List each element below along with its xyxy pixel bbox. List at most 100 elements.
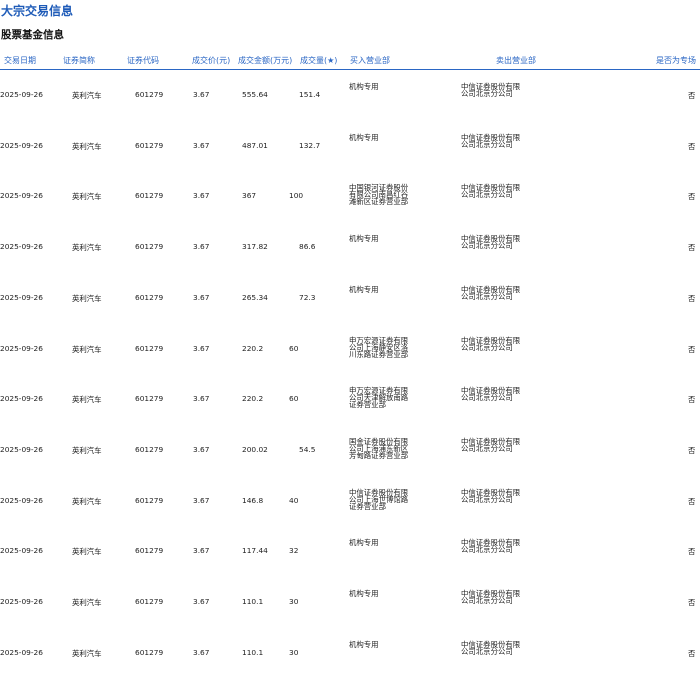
table-row[interactable]: 2025-09-26 英利汽车 601279 3.67 487.01 132.7 机构专用 中… xyxy=(0,118,700,169)
cell-buyer[interactable]: 机构专用 xyxy=(349,133,409,140)
cell-buyer[interactable]: 申万宏源证券有限公司天津解放南路证券营业部 xyxy=(349,387,409,408)
cell-seller[interactable]: 中信证券股份有限公司北京分公司 xyxy=(461,133,521,147)
cell-price: 3.67 xyxy=(193,191,210,201)
cell-special: 否 xyxy=(688,547,696,557)
cell-code: 601279 xyxy=(135,242,164,252)
cell-volume: 30 xyxy=(289,597,299,606)
cell-date: 2025-09-26 xyxy=(0,647,43,657)
cell-code: 601279 xyxy=(135,546,164,556)
cell-seller[interactable]: 中信证券股份有限公司北京分公司 xyxy=(461,83,521,97)
cell-price: 3.67 xyxy=(193,495,210,505)
cell-date: 2025-09-26 xyxy=(0,292,43,302)
cell-buyer[interactable]: 机构专用 xyxy=(349,235,409,242)
cell-date: 2025-09-26 xyxy=(0,495,43,505)
cell-buyer[interactable]: 机构专用 xyxy=(349,83,409,90)
cell-buyer[interactable]: 机构专用 xyxy=(349,640,409,647)
cell-volume: 86.6 xyxy=(299,242,316,252)
cell-date: 2025-09-26 xyxy=(0,343,43,353)
cell-seller[interactable]: 中信证券股份有限公司北京分公司 xyxy=(461,438,521,452)
cell-name: 英利汽车 xyxy=(72,293,102,303)
cell-special: 否 xyxy=(688,598,696,607)
cell-volume: 30 xyxy=(289,647,299,657)
cell-buyer[interactable]: 国金证券股份有限公司上海浦东新区芳甸路证券营业部 xyxy=(349,438,409,459)
cell-price: 3.67 xyxy=(193,90,210,99)
cell-code: 601279 xyxy=(135,343,164,353)
cell-amount: 200.02 xyxy=(242,444,268,454)
cell-volume: 54.5 xyxy=(299,444,316,454)
table-row[interactable]: 2025-09-26 英利汽车 601279 3.67 110.1 30 机构专用 中信证券股… xyxy=(0,574,700,625)
cell-seller[interactable]: 中信证券股份有限公司北京分公司 xyxy=(461,387,521,401)
cell-seller[interactable]: 中信证券股份有限公司北京分公司 xyxy=(461,184,521,198)
cell-volume: 40 xyxy=(289,495,299,505)
cell-amount: 110.1 xyxy=(242,647,264,657)
cell-special: 否 xyxy=(688,91,696,100)
cell-price: 3.67 xyxy=(193,444,210,454)
col-header-code[interactable]: 证券代码 xyxy=(127,55,159,66)
cell-code: 601279 xyxy=(135,647,164,657)
table-row[interactable]: 2025-09-26 英利汽车 601279 3.67 220.2 60 申万宏源证券有限公… xyxy=(0,321,700,372)
cell-volume: 100 xyxy=(289,191,304,201)
cell-volume: 132.7 xyxy=(299,140,321,150)
cell-buyer[interactable]: 机构专用 xyxy=(349,590,409,597)
col-header-buyer[interactable]: 买入营业部 xyxy=(350,55,390,66)
section-title: 股票基金信息 xyxy=(1,29,64,41)
cell-special: 否 xyxy=(688,445,696,455)
col-header-name[interactable]: 证券简称 xyxy=(63,55,95,66)
cell-special: 否 xyxy=(688,293,696,303)
cell-name: 英利汽车 xyxy=(72,91,102,100)
col-header-volume[interactable]: 成交量(★) xyxy=(300,55,337,66)
col-header-price[interactable]: 成交价(元) xyxy=(192,55,230,66)
table-row[interactable]: 2025-09-26 英利汽车 601279 3.67 220.2 60 申万宏源证券有限公… xyxy=(0,371,700,422)
cell-buyer[interactable]: 机构专用 xyxy=(349,286,409,293)
cell-name: 英利汽车 xyxy=(72,598,102,607)
table-row[interactable]: 2025-09-26 英利汽车 601279 3.67 265.34 72.3 机构专用 中信… xyxy=(0,270,700,321)
cell-amount: 367 xyxy=(242,191,257,201)
cell-seller[interactable]: 中信证券股份有限公司北京分公司 xyxy=(461,235,521,249)
table-row[interactable]: 2025-09-26 英利汽车 601279 3.67 200.02 54.5 国金证券股份… xyxy=(0,422,700,473)
cell-date: 2025-09-26 xyxy=(0,90,43,99)
col-header-special[interactable]: 是否为专场 xyxy=(656,55,696,66)
cell-special: 否 xyxy=(688,496,696,506)
cell-seller[interactable]: 中信证券股份有限公司北京分公司 xyxy=(461,286,521,300)
cell-price: 3.67 xyxy=(193,292,210,302)
table-row[interactable]: 2025-09-26 英利汽车 601279 3.67 317.82 86.6 机构专用 中信… xyxy=(0,219,700,270)
cell-volume: 72.3 xyxy=(299,292,316,302)
col-header-date[interactable]: 交易日期 xyxy=(4,55,36,66)
cell-seller[interactable]: 中信证券股份有限公司北京分公司 xyxy=(461,539,521,553)
cell-name: 英利汽车 xyxy=(72,141,102,151)
cell-special: 否 xyxy=(688,648,696,658)
table-row[interactable]: 2025-09-26 英利汽车 601279 3.67 146.8 40 中信证券股份有限公… xyxy=(0,473,700,524)
cell-name: 英利汽车 xyxy=(72,496,102,506)
col-header-amount[interactable]: 成交金额(万元) xyxy=(238,55,292,66)
cell-date: 2025-09-26 xyxy=(0,394,43,404)
cell-buyer[interactable]: 申万宏源证券有限公司上海静安区洛川东路证券营业部 xyxy=(349,336,409,357)
cell-price: 3.67 xyxy=(193,343,210,353)
cell-volume: 60 xyxy=(289,394,299,404)
cell-seller[interactable]: 中信证券股份有限公司北京分公司 xyxy=(461,590,521,604)
cell-code: 601279 xyxy=(135,191,164,201)
cell-seller[interactable]: 中信证券股份有限公司北京分公司 xyxy=(461,488,521,502)
col-header-seller[interactable]: 卖出营业部 xyxy=(496,55,536,66)
cell-special: 否 xyxy=(688,344,696,354)
cell-volume: 151.4 xyxy=(299,90,321,99)
cell-amount: 146.8 xyxy=(242,495,264,505)
cell-date: 2025-09-26 xyxy=(0,597,43,606)
table-row[interactable]: 2025-09-26 英利汽车 601279 3.67 367 100 中国银河证券股份有限… xyxy=(0,168,700,219)
table-row[interactable]: 2025-09-26 英利汽车 601279 3.67 555.64 151.4 机构专用 中… xyxy=(0,67,700,118)
page-title: 大宗交易信息 xyxy=(1,4,74,18)
table-row[interactable]: 2025-09-26 英利汽车 601279 3.67 110.1 30 机构专用 中信证券股… xyxy=(0,625,700,676)
cell-seller[interactable]: 中信证券股份有限公司北京分公司 xyxy=(461,336,521,350)
cell-buyer[interactable]: 机构专用 xyxy=(349,539,409,546)
cell-amount: 117.44 xyxy=(242,546,268,556)
cell-special: 否 xyxy=(688,192,696,202)
cell-name: 英利汽车 xyxy=(72,192,102,202)
cell-volume: 60 xyxy=(289,343,299,353)
cell-buyer[interactable]: 中国银河证券股份有限公司南昌红谷滩新区证券营业部 xyxy=(349,184,409,205)
cell-amount: 487.01 xyxy=(242,140,268,150)
cell-name: 英利汽车 xyxy=(72,395,102,405)
cell-buyer[interactable]: 中信证券股份有限公司上海世博馆路证券营业部 xyxy=(349,488,409,509)
cell-code: 601279 xyxy=(135,597,164,606)
table-row[interactable]: 2025-09-26 英利汽车 601279 3.67 117.44 32 机构专用 中信证券… xyxy=(0,523,700,574)
cell-seller[interactable]: 中信证券股份有限公司北京分公司 xyxy=(461,640,521,654)
cell-amount: 555.64 xyxy=(242,90,268,99)
